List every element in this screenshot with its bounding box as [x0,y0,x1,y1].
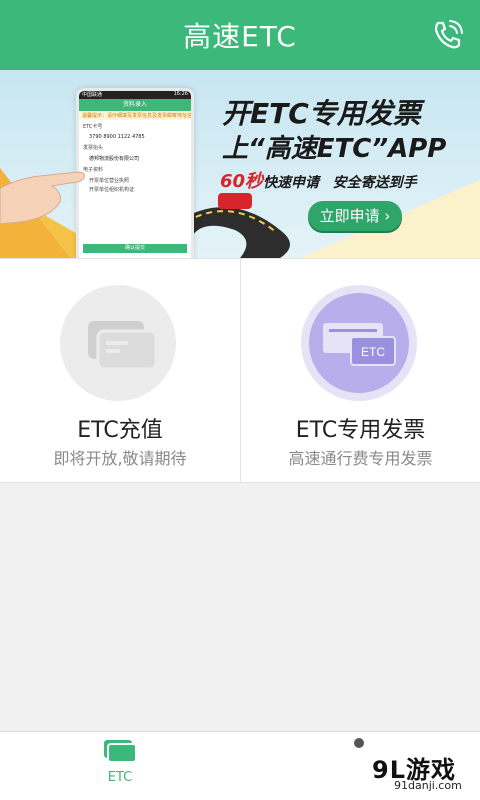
tab-etc-label: ETC [107,770,133,785]
phone-card-no: 3790 8900 1122 4785 [89,134,145,140]
page-title: 高速ETC [183,20,297,53]
phone-call-icon[interactable] [430,17,466,53]
bottom-nav: ETC 9L游戏 91danji.com [0,731,480,800]
phone-screen-title: 资料录入 [79,99,191,111]
hand-illustration [0,171,85,225]
watermark: 9L游戏 91danji.com [350,746,480,800]
app-header: 高速ETC [0,0,480,70]
etc-recharge-subtitle: 即将开放,敬请期待 [53,449,187,468]
phone-etc-label: ETC卡号 [83,124,103,130]
phone-item-2: 开票单位组织机构证 [89,187,135,193]
tab-etc[interactable]: ETC [80,738,160,796]
phone-company: 德邦物流股份有限公司 [89,156,140,162]
watermark-url: 91danji.com [394,779,462,792]
etc-cards-icon [104,740,137,763]
phone-notice: 温馨提示：请仔细填写发票信息及发票邮寄地址信息 [79,111,191,120]
promo-banner[interactable]: 中国联通 16:26 资料录入 温馨提示：请仔细填写发票信息及发票邮寄地址信息 … [0,70,480,258]
banner-tag-text-2: 安全寄送到手 [332,175,417,191]
apply-now-button[interactable]: 立即申请 › [308,201,402,231]
banner-tagline: 60秒快速申请 安全寄送到手 [220,167,417,193]
invoice-icon-text: ETC [361,345,385,359]
etc-recharge-title: ETC充值 [77,418,163,443]
banner-headline-1: 开ETC专用发票 [222,97,421,130]
phone-invoice-label: 发票抬头 [83,145,104,151]
banner-tag-number: 60秒 [220,171,264,192]
car-illustration [218,193,252,209]
phone-mockup: 中国联通 16:26 资料录入 温馨提示：请仔细填写发票信息及发票邮寄地址信息 … [76,88,194,258]
recharge-card-icon [60,285,176,401]
phone-item-1: 开票单位营业执照 [89,178,130,184]
etc-invoice-subtitle: 高速通行费专用发票 [288,449,433,468]
phone-status-carrier: 中国联通 [82,92,103,98]
etc-invoice-title: ETC专用发票 [295,418,426,443]
phone-electronic-label: 电子资料 [83,167,104,173]
service-cards: ETC充值 即将开放,敬请期待 ETC ETC专用发票 高速通行费专用发票 [0,258,480,483]
phone-status-time: 16:26 [173,91,188,97]
invoice-card-icon: ETC [301,285,417,401]
etc-invoice-card[interactable]: ETC ETC专用发票 高速通行费专用发票 [240,259,480,482]
banner-tag-text: 快速申请 [263,175,320,191]
banner-headline-2: 上“高速ETC”APP [222,134,447,164]
phone-confirm-button: 确认提交 [83,244,187,253]
chevron-right-icon: › [384,207,391,225]
apply-now-label: 立即申请 [319,207,380,225]
etc-recharge-card[interactable]: ETC充值 即将开放,敬请期待 [0,259,240,482]
